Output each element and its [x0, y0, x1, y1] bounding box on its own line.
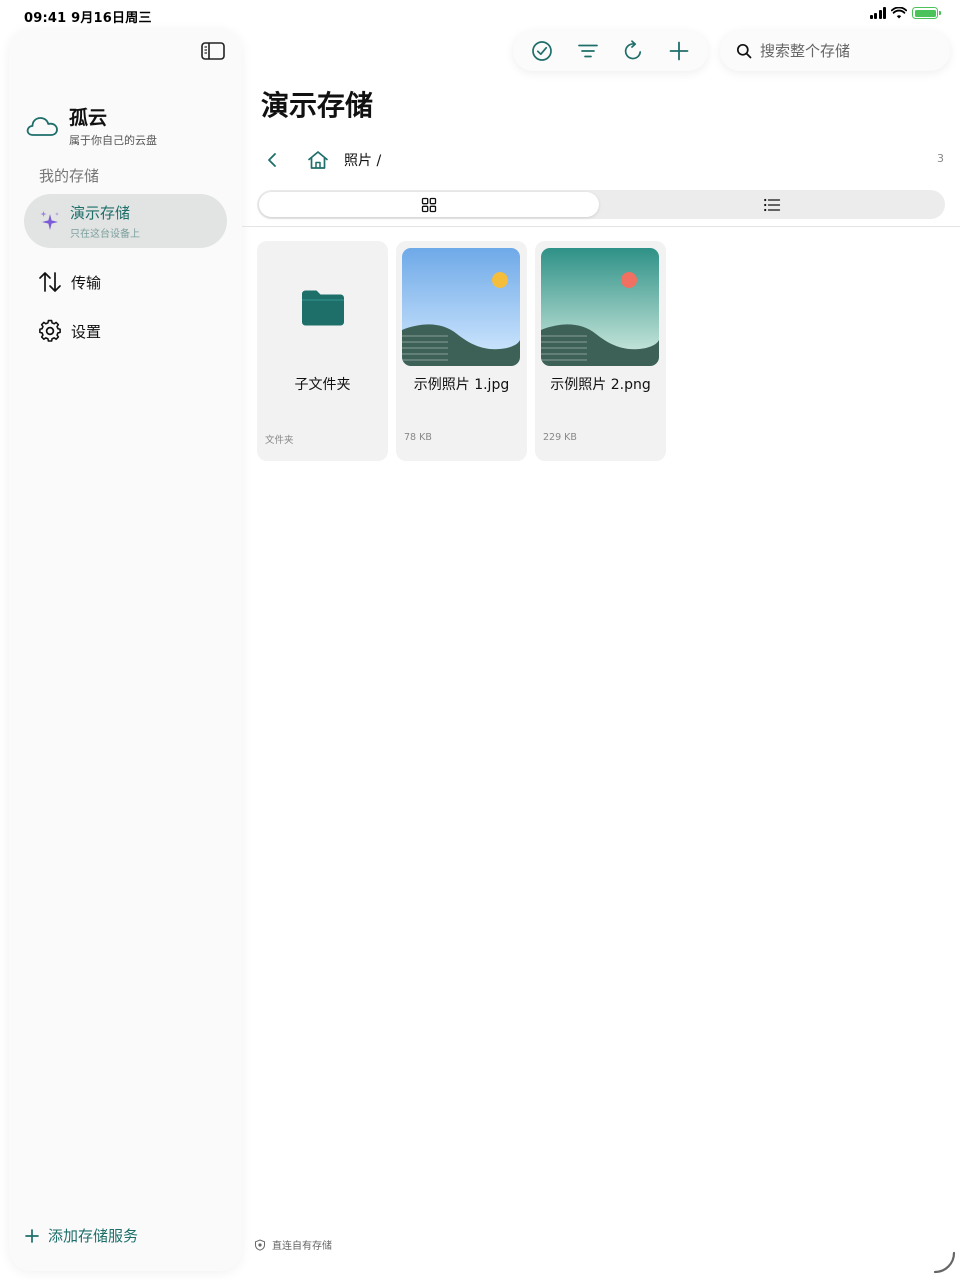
view-mode-toggle	[257, 190, 945, 219]
brand-title: 孤云	[69, 107, 108, 129]
content-divider	[242, 226, 960, 227]
list-view-button[interactable]	[601, 192, 943, 217]
sidebar: 孤云 属于你自己的云盘 我的存储 演示存储 只在这台设备上 传输 设置 添加存储…	[9, 29, 242, 1271]
status-bar: 09:41 9月16日周三	[0, 0, 960, 30]
toolbar	[513, 31, 708, 71]
add-storage-service-label: 添加存储服务	[48, 1227, 139, 1245]
transfer-arrows-icon	[39, 272, 61, 292]
search-icon	[736, 43, 752, 59]
sidebar-item-label: 设置	[71, 322, 102, 341]
brand: 孤云 属于你自己的云盘	[25, 103, 157, 148]
sidebar-item-settings[interactable]: 设置	[37, 319, 101, 343]
file-meta: 文件夹	[265, 435, 294, 446]
storage-name: 演示存储	[70, 204, 131, 222]
home-icon	[308, 151, 328, 169]
refresh-button[interactable]	[617, 35, 649, 67]
brand-subtitle: 属于你自己的云盘	[69, 134, 157, 147]
refresh-icon	[625, 40, 642, 60]
item-count: 3	[937, 152, 944, 165]
storage-subtitle: 只在这台设备上	[70, 229, 140, 240]
breadcrumb-current[interactable]: 照片 /	[344, 150, 381, 170]
file-name: 示例照片 2.png	[550, 377, 651, 393]
search-bar[interactable]	[720, 31, 950, 71]
sort-lines-icon	[577, 44, 598, 58]
select-button[interactable]	[526, 35, 558, 67]
status-indicators	[869, 7, 941, 19]
chevron-left-icon	[268, 153, 276, 167]
loading-spinner-icon	[933, 1251, 956, 1274]
image-thumbnail	[541, 248, 659, 366]
plus-icon	[25, 1228, 39, 1243]
landscape-photo-icon	[402, 248, 520, 366]
section-label-my-storage: 我的存储	[39, 167, 100, 185]
shield-icon	[255, 1238, 265, 1251]
cloud-icon	[26, 116, 58, 136]
footer-note: 直连自有存储	[254, 1237, 332, 1252]
status-time: 09:41 9月16日周三	[24, 11, 152, 26]
file-name: 示例照片 1.jpg	[413, 377, 510, 393]
battery-icon	[912, 7, 941, 19]
file-name: 子文件夹	[294, 377, 351, 393]
file-item-folder[interactable]: 子文件夹 文件夹	[257, 241, 388, 461]
sort-button[interactable]	[572, 35, 604, 67]
folder-icon	[302, 290, 344, 326]
plus-icon	[669, 41, 689, 61]
list-icon	[764, 198, 781, 211]
wifi-icon	[891, 7, 907, 19]
sidebar-item-transfer[interactable]: 传输	[37, 270, 101, 294]
page-title: 演示存储	[261, 89, 374, 122]
sidebar-item-label: 传输	[71, 273, 102, 292]
checkmark-circle-icon	[532, 41, 552, 61]
sparkle-icon	[40, 211, 59, 230]
back-button[interactable]	[258, 146, 286, 174]
landscape-photo-icon	[541, 248, 659, 366]
file-meta: 78 KB	[404, 432, 432, 443]
grid-icon	[421, 197, 437, 212]
image-thumbnail	[402, 248, 520, 366]
footer-note-text: 直连自有存储	[272, 1241, 332, 1252]
file-meta: 229 KB	[543, 432, 577, 443]
sidebar-item-demo-storage[interactable]: 演示存储 只在这台设备上	[24, 194, 227, 248]
sidebar-toggle-icon[interactable]	[199, 39, 227, 63]
cellular-signal-icon	[869, 7, 886, 19]
file-item-photo-2[interactable]: 示例照片 2.png 229 KB	[535, 241, 666, 461]
gear-icon	[39, 319, 61, 342]
search-input[interactable]	[760, 42, 940, 60]
file-item-photo-1[interactable]: 示例照片 1.jpg 78 KB	[396, 241, 527, 461]
breadcrumb: 照片 / 3	[258, 146, 948, 174]
add-storage-service-button[interactable]: 添加存储服务	[24, 1225, 138, 1246]
grid-view-button[interactable]	[259, 192, 599, 217]
add-button[interactable]	[663, 35, 695, 67]
home-button[interactable]	[304, 146, 332, 174]
